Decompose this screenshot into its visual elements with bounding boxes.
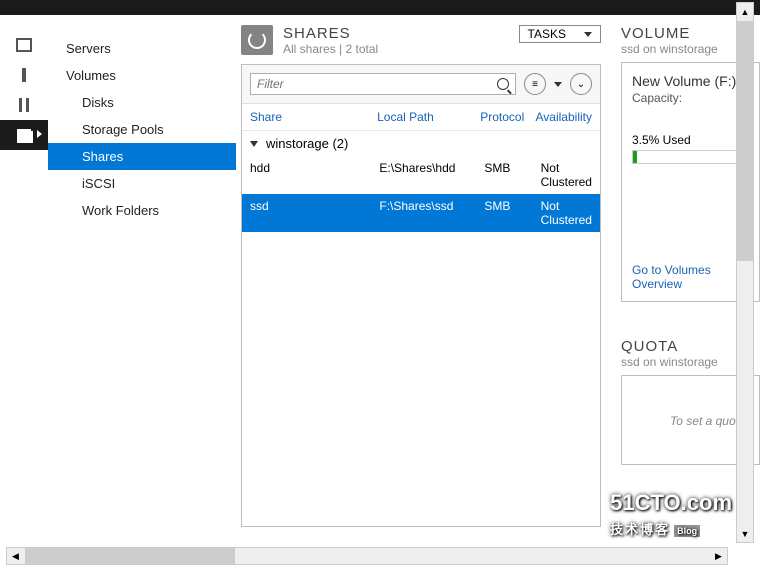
shares-title: SHARES	[283, 25, 378, 42]
tasks-label: TASKS	[528, 27, 566, 41]
chevron-right-icon	[37, 130, 42, 138]
scroll-thumb[interactable]	[25, 548, 235, 564]
shares-list: ≡ ⌄ Share Local Path Protocol Availabili…	[241, 64, 601, 527]
scroll-left-button[interactable]: ◀	[7, 548, 24, 564]
filter-input[interactable]	[257, 77, 497, 91]
cell-path: E:\Shares\hdd	[379, 161, 484, 189]
rail-all-servers[interactable]	[0, 90, 48, 120]
progress-fill	[633, 151, 637, 163]
shares-panel: SHARES All shares | 2 total TASKS ≡ ⌄	[241, 25, 601, 533]
rail-dashboard[interactable]	[0, 30, 48, 60]
capacity-label: Capacity:	[632, 91, 682, 105]
group-label: winstorage (2)	[266, 136, 348, 151]
volume-name: New Volume (F:)	[632, 73, 749, 89]
rail-file-services[interactable]	[0, 120, 48, 150]
nav-shares[interactable]: Shares	[48, 143, 236, 170]
column-headers: Share Local Path Protocol Availability	[242, 104, 600, 131]
col-protocol[interactable]: Protocol	[480, 110, 535, 124]
rail-local-server[interactable]	[0, 60, 48, 90]
shares-icon	[241, 25, 273, 55]
view-options-button[interactable]: ≡	[524, 73, 546, 95]
vertical-scrollbar[interactable]: ▲ ▼	[736, 2, 754, 543]
expand-button[interactable]: ⌄	[570, 73, 592, 95]
scroll-thumb[interactable]	[737, 21, 753, 261]
caret-expanded-icon	[250, 141, 258, 147]
nav-servers[interactable]: Servers	[48, 35, 236, 62]
table-row[interactable]: ssd F:\Shares\ssd SMB Not Clustered	[242, 194, 600, 232]
nav-work-folders[interactable]: Work Folders	[48, 197, 236, 224]
used-label: 3.5% Used	[632, 133, 749, 147]
nav-volumes[interactable]: Volumes	[48, 62, 236, 89]
cell-share: hdd	[250, 161, 379, 189]
chevron-down-icon	[584, 32, 592, 37]
search-icon[interactable]	[497, 78, 509, 90]
horizontal-scrollbar[interactable]: ◀ ▶	[6, 547, 728, 565]
col-local-path[interactable]: Local Path	[377, 110, 480, 124]
cell-avail: Not Clustered	[541, 161, 592, 189]
tasks-dropdown[interactable]: TASKS	[519, 25, 601, 43]
title-bar	[0, 0, 760, 15]
group-row[interactable]: winstorage (2)	[242, 131, 600, 156]
scroll-down-button[interactable]: ▼	[737, 525, 753, 542]
nav-disks[interactable]: Disks	[48, 89, 236, 116]
cell-protocol: SMB	[484, 199, 540, 227]
content: SHARES All shares | 2 total TASKS ≡ ⌄	[236, 15, 760, 533]
nav-tree: Servers Volumes Disks Storage Pools Shar…	[48, 15, 236, 533]
cell-path: F:\Shares\ssd	[379, 199, 484, 227]
filter-row: ≡ ⌄	[242, 65, 600, 104]
cell-share: ssd	[250, 199, 379, 227]
filter-input-wrap	[250, 73, 516, 95]
main-area: Servers Volumes Disks Storage Pools Shar…	[0, 15, 760, 533]
progress-bar	[632, 150, 749, 164]
nav-storage-pools[interactable]: Storage Pools	[48, 116, 236, 143]
scroll-right-button[interactable]: ▶	[710, 548, 727, 564]
chevron-down-icon[interactable]	[554, 82, 562, 87]
icon-rail	[0, 15, 48, 533]
table-row[interactable]: hdd E:\Shares\hdd SMB Not Clustered	[242, 156, 600, 194]
shares-subtitle: All shares | 2 total	[283, 42, 378, 56]
nav-iscsi[interactable]: iSCSI	[48, 170, 236, 197]
scroll-up-button[interactable]: ▲	[737, 3, 753, 20]
col-share[interactable]: Share	[250, 110, 377, 124]
cell-avail: Not Clustered	[541, 199, 592, 227]
col-availability[interactable]: Availability	[536, 110, 592, 124]
cell-protocol: SMB	[484, 161, 540, 189]
